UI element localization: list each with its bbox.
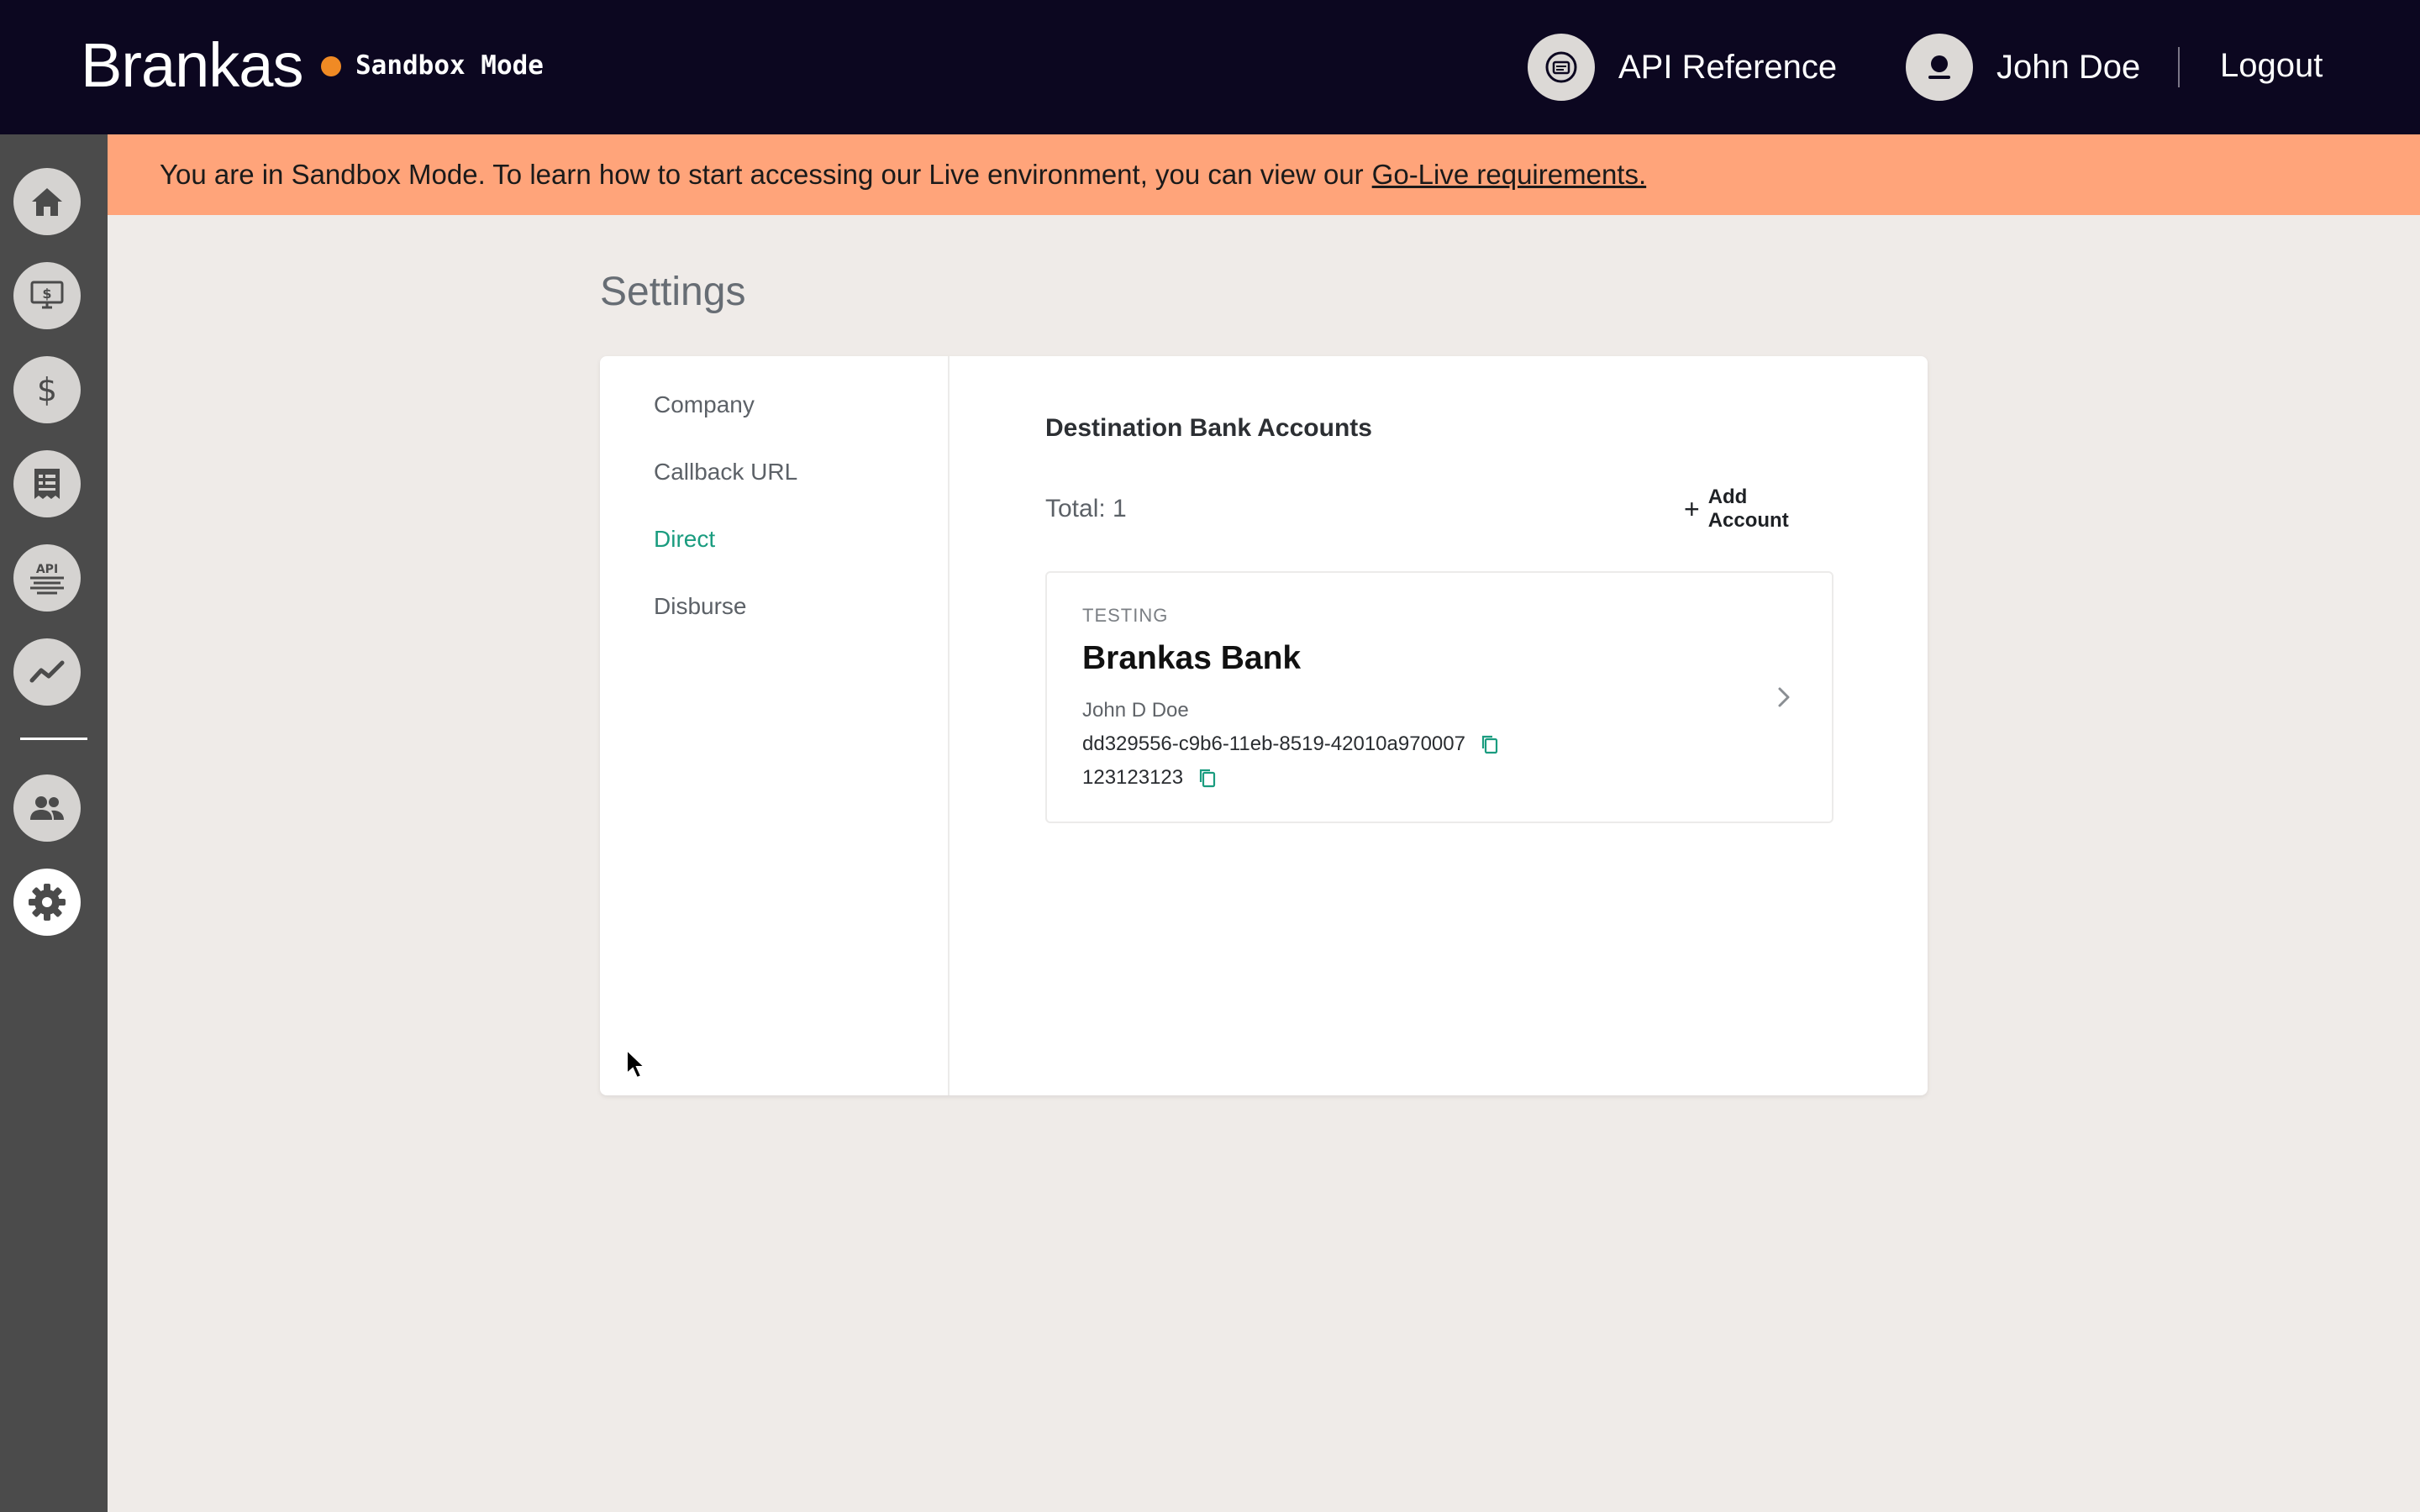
sandbox-banner: You are in Sandbox Mode. To learn how to… xyxy=(108,134,2420,215)
rail-divider xyxy=(20,738,87,740)
go-live-link[interactable]: Go-Live requirements. xyxy=(1372,159,1646,191)
account-id: dd329556-c9b6-11eb-8519-42010a970007 xyxy=(1082,732,1465,755)
settings-nav-direct[interactable]: Direct xyxy=(654,524,715,554)
page-title: Settings xyxy=(600,270,746,314)
account-id-row: dd329556-c9b6-11eb-8519-42010a970007 xyxy=(1082,732,1499,756)
left-nav-rail: $ $ API xyxy=(0,134,108,1512)
brand-logo[interactable]: Brankas xyxy=(81,30,303,101)
user-menu[interactable]: John Doe xyxy=(1906,34,2140,101)
settings-nav-company[interactable]: Company xyxy=(654,390,755,420)
user-name: John Doe xyxy=(1996,48,2141,86)
analytics-icon[interactable] xyxy=(13,638,81,706)
bank-account-card[interactable]: TESTING Brankas Bank John D Doe dd329556… xyxy=(1045,571,1833,823)
chevron-right-icon xyxy=(1778,687,1790,707)
api-icon[interactable]: API xyxy=(13,544,81,612)
monitor-dollar-icon[interactable]: $ xyxy=(13,262,81,329)
api-reference-link[interactable]: API Reference xyxy=(1528,34,1837,101)
settings-icon[interactable] xyxy=(13,869,81,936)
copy-icon[interactable] xyxy=(1481,734,1499,754)
sandbox-mode-label: Sandbox Mode xyxy=(355,50,544,81)
users-icon[interactable] xyxy=(13,774,81,842)
api-reference-icon xyxy=(1528,34,1595,101)
sandbox-status-dot xyxy=(321,56,341,76)
dollar-icon[interactable]: $ xyxy=(13,356,81,423)
receipt-icon[interactable] xyxy=(13,450,81,517)
settings-nav-callback-url[interactable]: Callback URL xyxy=(654,457,797,487)
svg-text:$: $ xyxy=(37,371,57,408)
account-holder-name: John D Doe xyxy=(1082,699,1189,722)
accounts-total: Total: 1 xyxy=(1045,495,1127,522)
home-icon[interactable] xyxy=(13,168,81,235)
destination-accounts-title: Destination Bank Accounts xyxy=(1045,414,1372,442)
account-number-row: 123123123 xyxy=(1082,766,1217,790)
avatar-icon xyxy=(1906,34,1973,101)
copy-icon[interactable] xyxy=(1198,768,1217,788)
settings-nav: Company Callback URL Direct Disburse xyxy=(600,356,950,1095)
header-divider xyxy=(2178,47,2180,87)
top-bar: Brankas Sandbox Mode API Reference John … xyxy=(0,0,2420,134)
settings-nav-disburse[interactable]: Disburse xyxy=(654,591,746,622)
account-number: 123123123 xyxy=(1082,766,1184,789)
add-account-label: Add Account xyxy=(1707,486,1789,532)
add-account-button[interactable]: + Add Account xyxy=(1684,486,1832,532)
api-reference-label: API Reference xyxy=(1618,48,1838,86)
account-environment-tag: TESTING xyxy=(1082,605,1169,626)
settings-card: Company Callback URL Direct Disburse Des… xyxy=(600,356,1928,1095)
banner-text: You are in Sandbox Mode. To learn how to… xyxy=(160,159,1364,190)
logout-button[interactable]: Logout xyxy=(2220,44,2323,87)
account-bank-name: Brankas Bank xyxy=(1082,640,1302,676)
plus-icon: + xyxy=(1684,494,1700,524)
svg-text:API: API xyxy=(36,563,58,576)
mouse-cursor-icon xyxy=(626,1048,647,1079)
svg-text:$: $ xyxy=(42,286,51,302)
